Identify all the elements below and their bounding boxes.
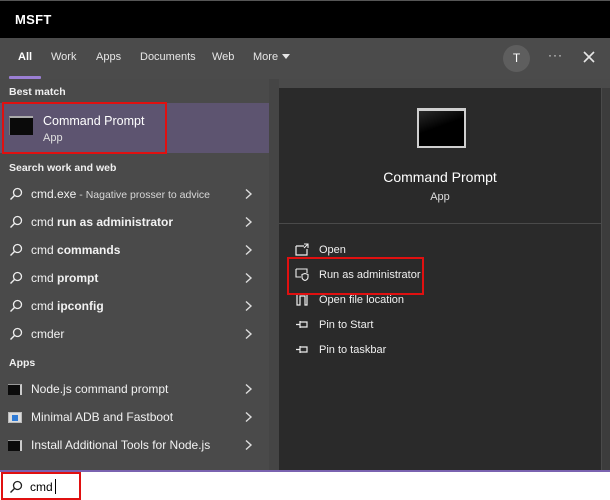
suggestion-completion: ipconfig: [57, 299, 104, 313]
action-label: Open file location: [319, 294, 404, 306]
shield-icon: [295, 268, 309, 281]
app-result-label: Minimal ADB and Fastboot: [31, 410, 174, 424]
pane-separator: [269, 79, 279, 470]
chevron-right-icon[interactable]: [244, 383, 253, 395]
web-suggestion-row[interactable]: cmd.exe - Nagative prosser to advice: [0, 180, 269, 208]
filter-tab-bar: All Work Apps Documents Web More T ···: [0, 38, 610, 79]
best-match-item[interactable]: Command Prompt App: [0, 103, 269, 153]
search-icon: [10, 215, 23, 228]
suggestion-completion: commands: [57, 243, 121, 257]
preview-scrollbar[interactable]: [602, 88, 610, 470]
adb-icon: [8, 412, 22, 423]
web-suggestion-label: cmd commands: [31, 243, 120, 257]
app-result-label: Install Additional Tools for Node.js: [31, 438, 211, 452]
web-suggestion-label: cmder: [31, 327, 64, 341]
chevron-down-icon: [282, 53, 291, 59]
suggestion-query: cmd: [31, 271, 58, 285]
suggestion-query: cmder: [31, 327, 65, 341]
app-result-row[interactable]: Minimal ADB and Fastboot: [0, 403, 269, 431]
action-label: Run as administrator: [319, 269, 421, 281]
chevron-right-icon[interactable]: [244, 272, 253, 284]
pin-icon: [296, 321, 308, 328]
account-avatar-button[interactable]: T: [503, 45, 530, 72]
search-web-heading: Search work and web: [9, 162, 117, 174]
chevron-right-icon[interactable]: [244, 328, 253, 340]
web-suggestion-label: cmd run as administrator: [31, 215, 173, 229]
tab-all[interactable]: All: [18, 51, 32, 63]
title-bar: MSFT: [0, 0, 610, 38]
best-match-subtitle: App: [43, 132, 63, 144]
action-run-as-administrator[interactable]: Run as administrator: [279, 264, 601, 286]
best-match-title: Command Prompt: [43, 114, 145, 128]
preview-subtitle: App: [430, 191, 450, 203]
terminal-icon: [8, 384, 22, 395]
apps-heading: Apps: [9, 357, 36, 369]
action-label: Pin to Start: [319, 319, 374, 331]
web-suggestion-label: cmd ipconfig: [31, 299, 104, 313]
preview-pane: Command Prompt App Open Run as administr…: [279, 88, 601, 470]
tab-apps[interactable]: Apps: [96, 51, 121, 63]
chevron-right-icon[interactable]: [244, 439, 253, 451]
tab-more-label: More: [253, 51, 279, 63]
search-icon: [10, 480, 23, 493]
tab-web[interactable]: Web: [212, 51, 234, 63]
suggestion-description: - Nagative prosser to advice: [76, 189, 211, 201]
chevron-right-icon[interactable]: [244, 216, 253, 228]
action-open[interactable]: Open: [279, 239, 601, 261]
action-open-file-location[interactable]: Open file location: [279, 289, 601, 311]
chevron-right-icon[interactable]: [244, 300, 253, 312]
suggestion-query: cmd: [31, 243, 58, 257]
suggestion-query: cmd: [31, 299, 58, 313]
app-result-row[interactable]: Node.js command prompt: [0, 375, 269, 403]
folder-icon: [296, 294, 308, 306]
chevron-right-icon[interactable]: [244, 188, 253, 200]
results-pane: Best match Command Prompt App Search wor…: [0, 79, 269, 470]
web-suggestion-row[interactable]: cmd prompt: [0, 264, 269, 292]
action-label: Pin to taskbar: [319, 344, 387, 356]
search-bar: [0, 470, 610, 500]
best-match-heading: Best match: [9, 86, 66, 98]
app-result-row[interactable]: Install Additional Tools for Node.js: [0, 431, 269, 459]
preview-divider: [279, 223, 601, 224]
pin-icon: [296, 346, 308, 353]
web-suggestion-row[interactable]: cmd run as administrator: [0, 208, 269, 236]
suggestion-completion: prompt: [57, 271, 99, 285]
search-icon: [10, 187, 23, 200]
tab-work[interactable]: Work: [51, 51, 76, 63]
chevron-right-icon[interactable]: [244, 411, 253, 423]
terminal-icon: [8, 440, 22, 451]
suggestion-query: cmd.exe: [31, 187, 77, 201]
search-icon: [10, 327, 23, 340]
search-input[interactable]: [30, 477, 230, 497]
action-label: Open: [319, 244, 346, 256]
web-suggestion-row[interactable]: cmd ipconfig: [0, 292, 269, 320]
search-icon: [10, 299, 23, 312]
web-suggestion-label: cmd.exe - Nagative prosser to advice: [31, 187, 210, 201]
action-pin-to-start[interactable]: Pin to Start: [279, 314, 601, 336]
window-title: MSFT: [15, 12, 52, 27]
tab-documents[interactable]: Documents: [140, 51, 196, 63]
text-caret: [54, 479, 56, 494]
suggestion-query: cmd: [31, 215, 58, 229]
search-icon: [10, 243, 23, 256]
suggestion-completion: run as administrator: [57, 215, 174, 229]
search-icon: [10, 271, 23, 284]
chevron-right-icon[interactable]: [244, 244, 253, 256]
preview-title: Command Prompt: [383, 169, 497, 185]
web-suggestion-row[interactable]: cmder: [0, 320, 269, 348]
web-suggestion-label: cmd prompt: [31, 271, 98, 285]
more-options-button[interactable]: ···: [548, 48, 563, 62]
terminal-icon: [417, 108, 466, 148]
tab-more[interactable]: More: [253, 51, 291, 63]
action-pin-to-taskbar[interactable]: Pin to taskbar: [279, 339, 601, 361]
open-icon: [295, 243, 309, 256]
app-result-label: Node.js command prompt: [31, 382, 169, 396]
close-icon[interactable]: [581, 49, 597, 65]
terminal-icon: [9, 116, 33, 135]
web-suggestion-row[interactable]: cmd commands: [0, 236, 269, 264]
